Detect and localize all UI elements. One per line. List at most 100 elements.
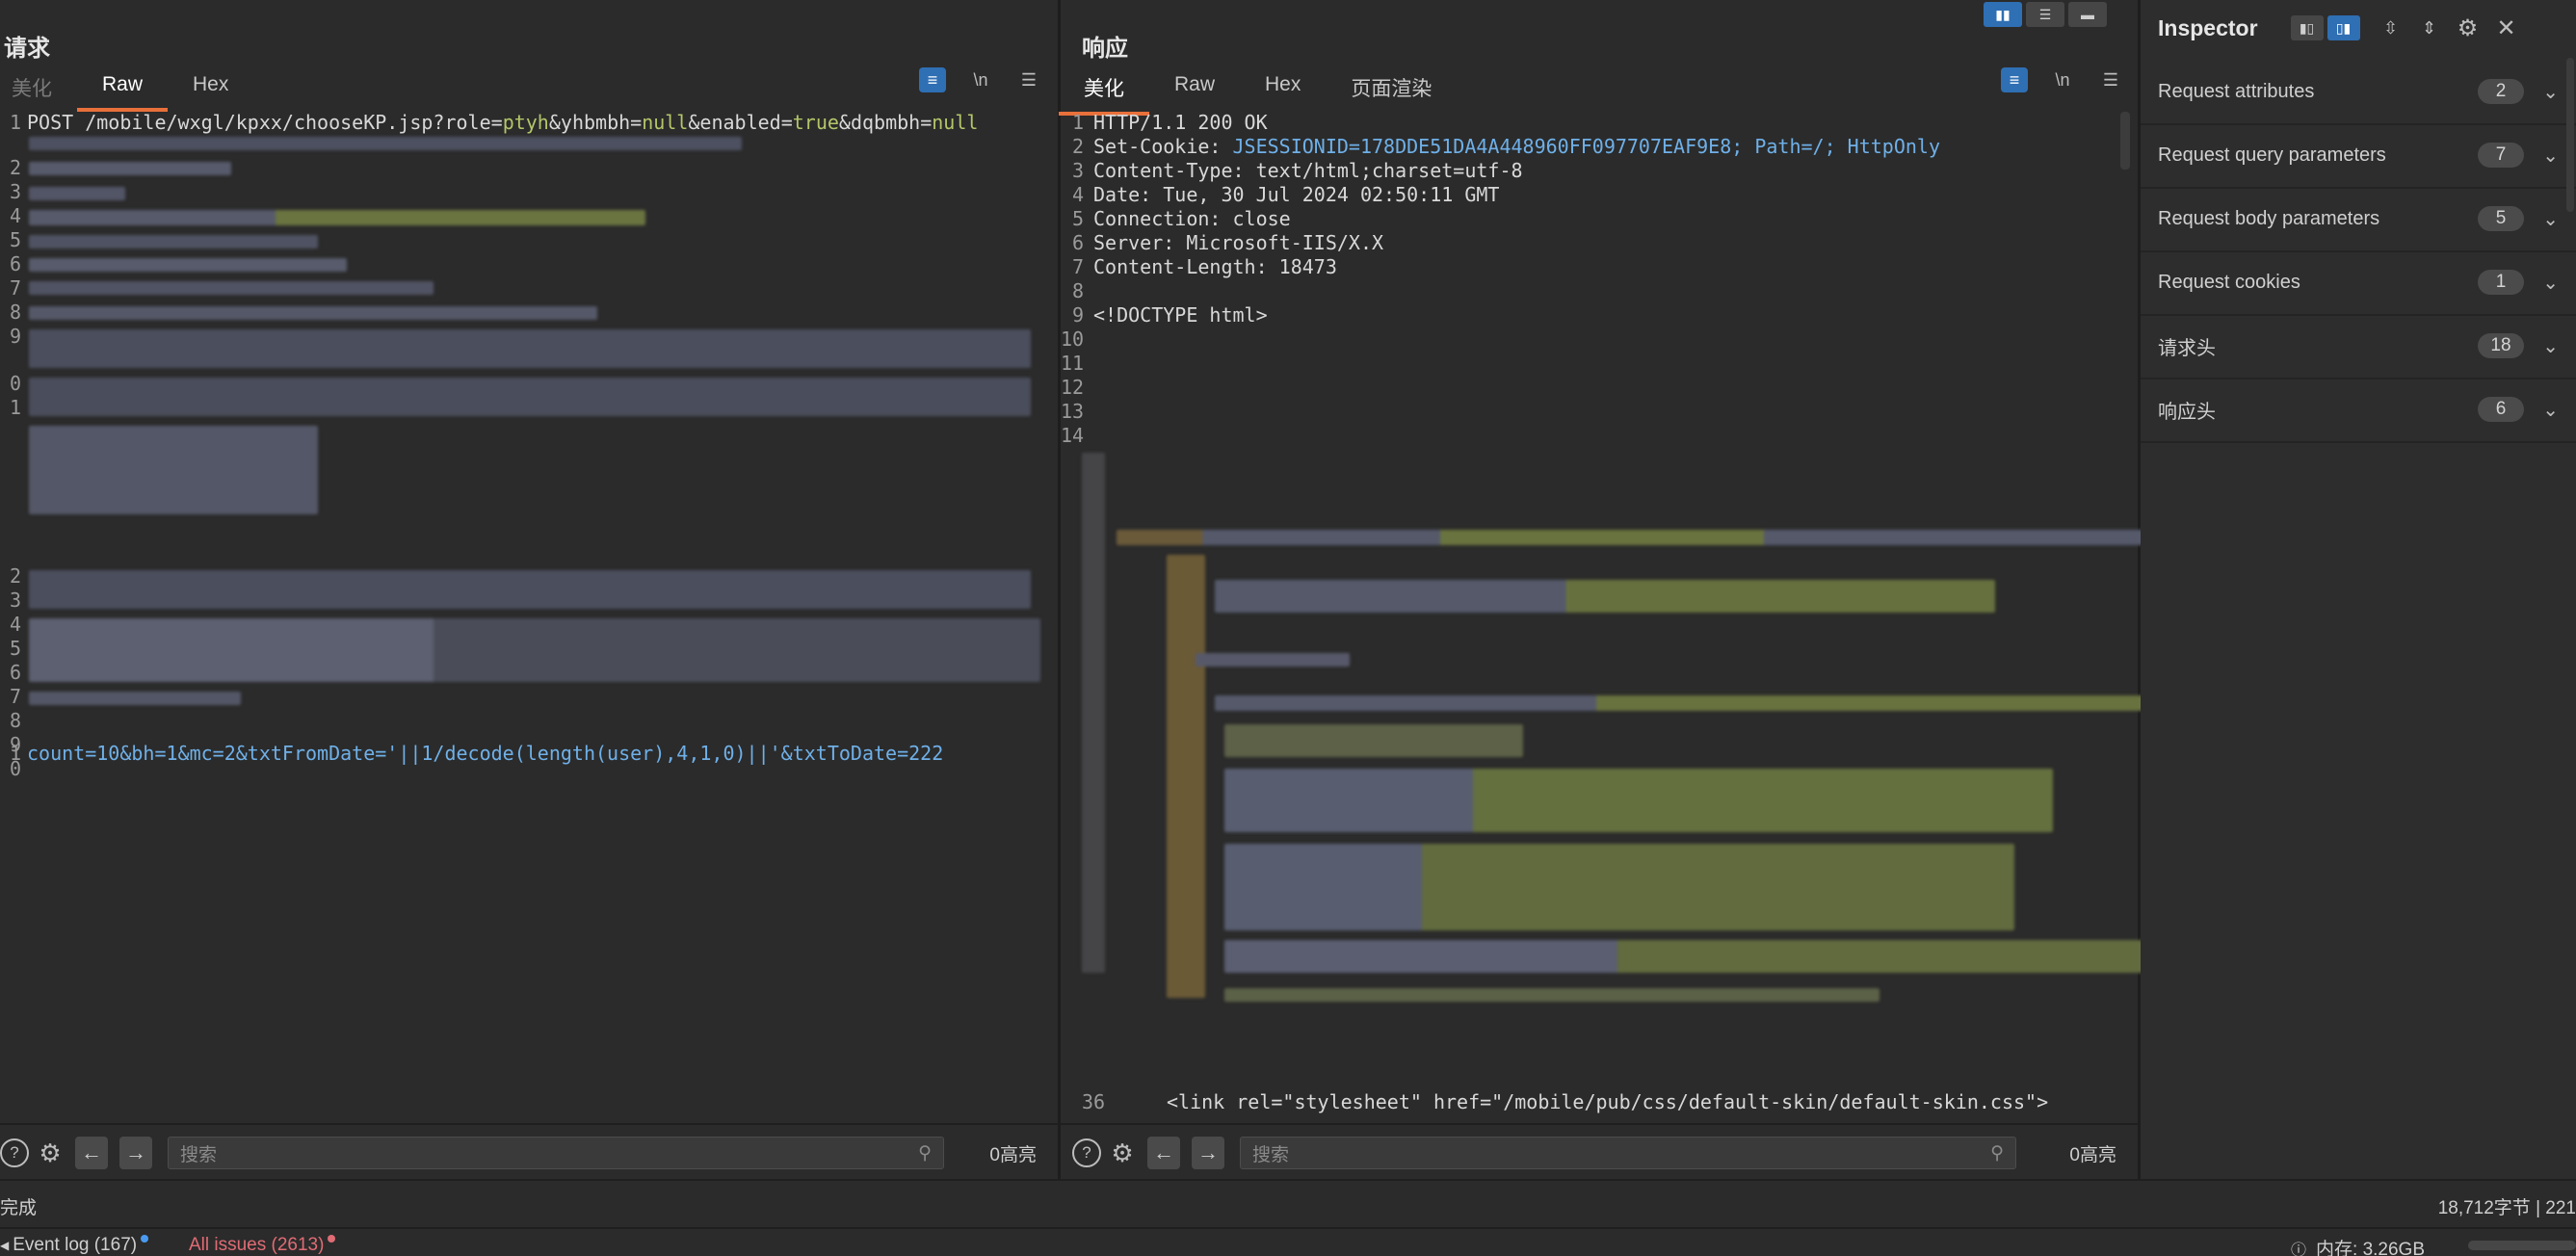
obscured-text (1224, 724, 1523, 757)
newline-toggle-icon[interactable]: \n (967, 67, 994, 92)
settings-gear-icon[interactable]: ⚙ (2455, 15, 2482, 40)
inspector-dock-right-icon[interactable]: ▯▮ (2327, 15, 2360, 40)
chevron-down-icon: ⌄ (2542, 334, 2559, 358)
obscured-text (1215, 580, 1995, 613)
inspector-section-row[interactable]: 请求头 18 ⌄ (2141, 314, 2576, 379)
vertical-scrollbar[interactable] (2120, 112, 2130, 170)
chevron-down-icon: ⌄ (2542, 398, 2559, 422)
inspector-dock-left-icon[interactable]: ▮▯ (2291, 15, 2324, 40)
chevron-down-icon: ⌄ (2542, 144, 2559, 168)
obscured-text (29, 329, 1031, 368)
event-log-button[interactable]: ◀ Event log (167) (0, 1235, 148, 1256)
line-number: 5 (1061, 207, 1084, 231)
inspector-section-row[interactable]: 响应头 6 ⌄ (2141, 378, 2576, 443)
close-icon[interactable]: ✕ (2493, 15, 2520, 40)
section-label: Request attributes (2158, 81, 2314, 103)
next-match-button[interactable]: → (1192, 1137, 1224, 1169)
layout-stacked-icon[interactable]: ☰ (2026, 2, 2064, 27)
line-number: 9 (0, 325, 21, 349)
layout-single-icon[interactable]: ▬ (2068, 2, 2107, 27)
line-number: 1 (0, 396, 21, 420)
line-number: 3 (1061, 159, 1084, 183)
help-icon[interactable]: ? (0, 1138, 29, 1167)
request-editor[interactable]: 123456789012345678901 POST /mobile/wxgl/… (0, 106, 1058, 1117)
menu-icon[interactable]: ☰ (1015, 67, 1042, 92)
line-number: 8 (0, 709, 21, 733)
all-issues-button[interactable]: All issues (2613) (189, 1235, 335, 1256)
line-number: 6 (0, 252, 21, 276)
search-placeholder: 搜索 (1252, 1140, 1289, 1166)
wrap-lines-icon[interactable]: ≡ (2001, 67, 2028, 92)
section-label: 请求头 (2158, 332, 2216, 360)
response-title: 响应 (1082, 29, 1128, 63)
inspector-scrollbar[interactable] (2566, 58, 2574, 212)
count-badge: 6 (2478, 397, 2524, 422)
request-search-bar: ? ⚙ ← → 搜索 ⚲ 0高亮 (0, 1123, 1058, 1181)
obscured-text (29, 378, 1031, 416)
inspector-section-row[interactable]: Request cookies1⌄ (2141, 250, 2576, 316)
request-line-1: POST /mobile/wxgl/kpxx/chooseKP.jsp?role… (27, 111, 978, 135)
request-search-input[interactable]: 搜索 ⚲ (168, 1137, 944, 1169)
all-issues-label: All issues (2613) (189, 1235, 324, 1256)
line-number: 10 (1061, 327, 1084, 352)
obscured-text (1196, 653, 1350, 667)
chevron-down-icon: ⌄ (2542, 207, 2559, 231)
menu-icon[interactable]: ☰ (2097, 67, 2124, 92)
response-editor[interactable]: 1HTTP/1.1 200 OK2Set-Cookie: JSESSIONID=… (1061, 106, 2138, 1117)
line-number: 12 (1061, 376, 1084, 400)
collapse-all-icon[interactable]: ⇕ (2416, 15, 2443, 40)
memory-bar (2468, 1241, 2576, 1250)
section-label: Request cookies (2158, 272, 2300, 294)
response-search-input[interactable]: 搜索 ⚲ (1240, 1137, 2016, 1169)
line-number: 3 (0, 589, 21, 613)
section-label: Request body parameters (2158, 208, 2379, 230)
obscured-text (1224, 988, 1879, 1002)
response-size: 18,712字节 | 221 (2438, 1193, 2576, 1219)
newline-toggle-icon[interactable]: \n (2049, 67, 2076, 92)
line-number: 1 (1061, 111, 1084, 135)
section-label: Request query parameters (2158, 144, 2386, 167)
inspector-section-row[interactable]: Request query parameters 7 ⌄ (2141, 123, 2576, 189)
event-log-indicator (141, 1235, 148, 1243)
obscured-text (29, 692, 241, 705)
count-badge: 1 (2478, 270, 2524, 295)
response-highlight-count: 0高亮 (2069, 1140, 2116, 1166)
previous-match-button[interactable]: ← (75, 1137, 108, 1169)
line-number: 5 (0, 637, 21, 661)
inspector-section-row[interactable]: Request body parameters5⌄ (2141, 187, 2576, 252)
obscured-text (29, 137, 742, 150)
obscured-text (29, 258, 347, 272)
previous-match-button[interactable]: ← (1147, 1137, 1180, 1169)
settings-gear-icon[interactable]: ⚙ (1109, 1140, 1136, 1165)
inspector-section-row[interactable]: Request attributes2⌄ (2141, 60, 2576, 125)
response-search-bar: ? ⚙ ← → 搜索 ⚲ 0高亮 (1061, 1123, 2138, 1181)
count-badge: 18 (2478, 333, 2524, 358)
layout-side-by-side-icon[interactable]: ▮▮ (1984, 2, 2022, 27)
obscured-text (29, 162, 231, 175)
event-log-icon: ◀ (0, 1239, 9, 1252)
line-number: 11 (1061, 352, 1084, 376)
request-title: 请求 (4, 29, 50, 63)
section-label: 响应头 (2158, 396, 2216, 424)
search-icon: ⚲ (918, 1142, 932, 1164)
line-number: 4 (0, 204, 21, 228)
inspector-header: Inspector ▮▯ ▯▮ ⇳ ⇕ ⚙ ✕ (2141, 0, 2576, 56)
chevron-down-icon: ⌄ (2542, 80, 2559, 104)
obscured-text (1215, 695, 2169, 711)
obscured-text (29, 187, 125, 200)
wrap-lines-icon[interactable]: ≡ (919, 67, 946, 92)
next-match-button[interactable]: → (119, 1137, 152, 1169)
response-line: Date: Tue, 30 Jul 2024 02:50:11 GMT (1093, 183, 1499, 207)
issues-indicator (328, 1235, 335, 1243)
search-icon: ⚲ (1990, 1142, 2004, 1164)
line-number: 8 (0, 301, 21, 325)
request-pane: 请求 美化 Raw Hex ≡ \n ☰ 1234567890123456789… (0, 0, 1061, 1179)
help-icon[interactable]: ? (1072, 1138, 1101, 1167)
count-badge: 7 (2478, 143, 2524, 168)
settings-gear-icon[interactable]: ⚙ (37, 1140, 64, 1165)
expand-all-icon[interactable]: ⇳ (2378, 15, 2405, 40)
obscured-text (29, 210, 645, 225)
line-number: 9 (1061, 303, 1084, 327)
search-placeholder: 搜索 (180, 1140, 217, 1166)
request-body-line: count=10&bh=1&mc=2&txtFromDate='||1/deco… (27, 742, 943, 766)
